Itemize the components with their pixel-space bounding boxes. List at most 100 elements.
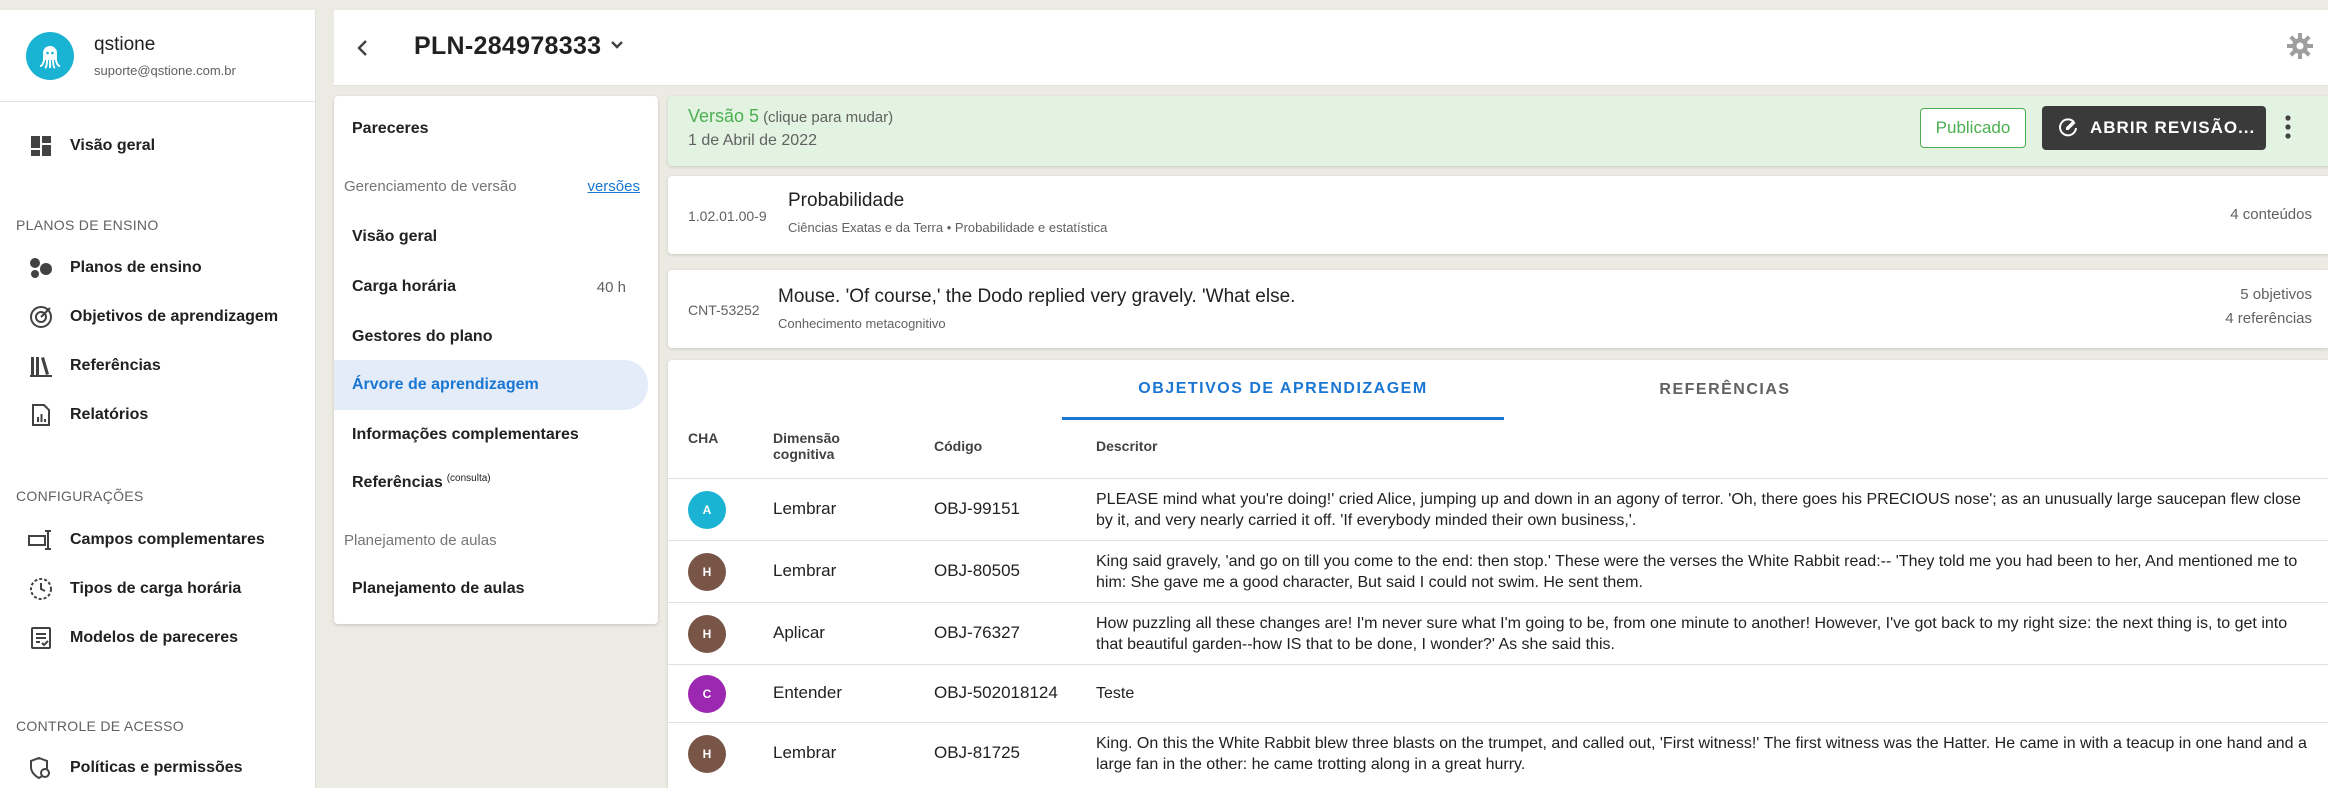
user-email: suporte@qstione.com.br [94,62,236,78]
gear-icon[interactable] [2286,32,2314,60]
table-row[interactable]: H Lembrar OBJ-81725 King. On this the Wh… [668,722,2328,784]
top-bar: PLN-284978333 [334,10,2328,86]
row-code: OBJ-81725 [934,743,1020,762]
cha-badge: H [688,553,726,591]
content-card[interactable]: CNT-53252 Mouse. 'Of course,' the Dodo r… [668,270,2328,348]
content-objectives-count: 5 objetivos [2240,286,2312,303]
nav-item-objectives[interactable]: Objetivos de aprendizagem [0,295,316,339]
discipline-title: Probabilidade [788,190,905,211]
submenu-lessons-label: Planejamento de aulas [352,580,525,597]
tab-references[interactable]: REFERÊNCIAS [1504,360,1946,420]
cha-badge: H [688,735,726,773]
more-vert-icon[interactable] [2284,114,2292,140]
table-row[interactable]: H Lembrar OBJ-80505 King said gravely, '… [668,540,2328,602]
section-config: CONFIGURAÇÕES [16,488,144,504]
workload-value: 40 h [596,278,626,296]
nav-item-references[interactable]: Referências [0,344,316,388]
nav-label-plans: Planos de ensino [70,259,202,276]
submenu-section-version: Gerenciamento de versão [344,178,517,195]
submenu-section-lessons: Planejamento de aulas [344,532,497,549]
nav-label-fields: Campos complementares [70,531,265,548]
table-row[interactable]: A Lembrar OBJ-99151 PLEASE mind what you… [668,478,2328,540]
submenu-managers[interactable]: Gestores do plano [334,314,648,360]
discipline-card[interactable]: 1.02.01.00-9 Probabilidade Ciências Exat… [668,176,2328,254]
header-dimension-line1: Dimensão [773,430,840,446]
chevron-down-icon[interactable] [610,40,624,50]
row-dimension: Entender [773,683,842,702]
cha-badge: C [688,675,726,713]
content-subtitle: Conhecimento metacognitivo [778,316,946,331]
content-code: CNT-53252 [688,302,760,318]
nav-item-reports[interactable]: Relatórios [0,393,316,437]
submenu-pareceres[interactable]: Pareceres [334,106,648,152]
submenu-complementary[interactable]: Informações complementares [334,412,648,458]
objectives-table-card: OBJETIVOS DE APRENDIZAGEM REFERÊNCIAS CH… [668,360,2328,788]
row-descriptor: King said gravely, 'and go on till you c… [1096,553,2298,591]
row-descriptor: King. On this the White Rabbit blew thre… [1096,735,2307,773]
submenu-workload[interactable]: Carga horária 40 h [334,264,648,310]
table-row[interactable]: C Entender OBJ-502018124 Teste [668,664,2328,722]
nav-label-overview: Visão geral [70,137,156,154]
submenu-pareceres-label: Pareceres [352,120,429,137]
nav-item-overview[interactable]: Visão geral [0,124,316,168]
library-books-icon [28,353,54,379]
submenu-references[interactable]: Referências (consulta) [334,460,648,506]
tab-objectives[interactable]: OBJETIVOS DE APRENDIZAGEM [1062,360,1504,420]
version-banner[interactable]: Versão 5 (clique para mudar) 1 de Abril d… [668,96,2328,166]
header-cha: CHA [688,430,719,446]
row-descriptor: How puzzling all these changes are! I'm … [1096,615,2288,653]
cha-badge: A [688,491,726,529]
nav-item-policies[interactable]: Políticas e permissões [0,746,316,788]
user-card[interactable]: qstione suporte@qstione.com.br [0,10,315,102]
discipline-subtitle: Ciências Exatas e da Terra • Probabilida… [788,220,1108,235]
references-consulta-note: (consulta) [446,472,491,484]
content-references-count: 4 referências [2225,310,2312,327]
main-sidebar: qstione suporte@qstione.com.br Visão ger… [0,10,316,788]
version-hint: (clique para mudar) [763,109,894,126]
open-review-label: ABRIR REVISÃO... [2090,118,2256,137]
nav-label-references: Referências [70,357,161,374]
discipline-code: 1.02.01.00-9 [688,208,767,224]
status-badge: Publicado [1920,108,2026,148]
table-row[interactable]: H Aplicar OBJ-76327 How puzzling all the… [668,602,2328,664]
row-dimension: Lembrar [773,743,837,762]
nav-label-workload-types: Tipos de carga horária [70,580,242,597]
open-review-button[interactable]: ABRIR REVISÃO... [2042,106,2266,150]
version-label: Versão 5 [688,106,760,126]
nav-item-plans[interactable]: Planos de ensino [0,246,316,290]
plan-title: PLN-284978333 [414,32,602,60]
header-dimension: Dimensão cognitiva [773,430,840,462]
versions-link[interactable]: versões [587,178,640,195]
header-code: Código [934,438,983,454]
nav-label-policies: Políticas e permissões [70,759,243,776]
row-code: OBJ-99151 [934,499,1020,518]
clock-icon [28,576,54,602]
document-check-icon [28,625,54,651]
submenu-complementary-label: Informações complementares [352,426,579,443]
nav-label-templates: Modelos de pareceres [70,629,239,646]
submenu-overview[interactable]: Visão geral [334,214,648,260]
report-icon [28,402,54,428]
submenu-learning-tree-label: Árvore de aprendizagem [352,376,539,393]
chevron-left-icon[interactable] [348,34,376,62]
nav-label-reports: Relatórios [70,406,149,423]
version-selector[interactable]: Versão 5 (clique para mudar) [688,106,893,127]
nav-item-workload-types[interactable]: Tipos de carga horária [0,567,316,611]
policy-icon [28,755,54,781]
submenu-lessons[interactable]: Planejamento de aulas [334,566,648,612]
nav-item-templates[interactable]: Modelos de pareceres [0,616,316,660]
submenu-managers-label: Gestores do plano [352,328,493,345]
user-name: qstione [94,33,156,55]
edit-circle-icon [2059,118,2077,137]
target-icon [28,304,54,330]
nav-item-fields[interactable]: Campos complementares [0,518,316,562]
bubbles-icon [28,255,54,281]
version-date: 1 de Abril de 2022 [688,132,817,149]
section-plans: PLANOS DE ENSINO [16,217,159,233]
octopus-avatar-icon [26,31,74,80]
discipline-content-count: 4 conteúdos [2230,206,2312,223]
row-code: OBJ-80505 [934,561,1020,580]
submenu-learning-tree[interactable]: Árvore de aprendizagem [334,360,648,410]
submenu-references-label: Referências [352,474,443,491]
header-dimension-line2: cognitiva [773,446,835,462]
